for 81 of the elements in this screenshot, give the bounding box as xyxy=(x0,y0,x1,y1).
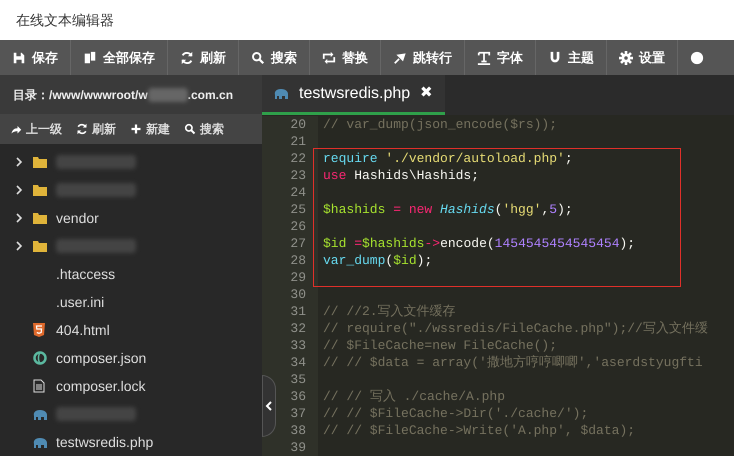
line-number: 27 xyxy=(289,234,306,253)
file-tree-item[interactable]: vendor xyxy=(0,204,262,232)
collapse-handle[interactable] xyxy=(262,375,276,437)
line-number: 20 xyxy=(289,116,306,134)
blurred-text xyxy=(148,88,188,102)
line-number: 36 xyxy=(289,388,306,406)
folder-icon xyxy=(33,212,47,224)
code-line: $id =$hashids->encode(1454545454545454); xyxy=(322,234,636,253)
line-number: 35 xyxy=(289,370,306,389)
code-line: // require("./wssredis/FileCache.php");//写入文件缓 xyxy=(322,320,708,338)
elephant-icon xyxy=(33,436,48,448)
file-tree-item[interactable]: testwsredis.php xyxy=(0,428,262,456)
file-tree-item[interactable]: 404.html xyxy=(0,316,262,344)
code-line: // $FileCache=new FileCache(); xyxy=(322,336,558,355)
circle-icon xyxy=(690,50,704,64)
chevron-right-icon xyxy=(16,213,23,223)
sidebar-action[interactable]: 新建 xyxy=(130,120,170,138)
copy-icon xyxy=(83,50,97,64)
document-icon xyxy=(33,379,45,393)
refresh-icon xyxy=(180,50,194,64)
chevron-right-icon xyxy=(16,157,23,167)
line-number: 39 xyxy=(289,438,306,456)
code-line: $hashids = new Hashids('hgg',5); xyxy=(322,200,573,219)
html5-icon xyxy=(33,323,45,337)
save-icon xyxy=(12,50,26,64)
file-tree-item[interactable]: composer.lock xyxy=(0,372,262,400)
tab-label: testwsredis.php xyxy=(299,84,410,104)
line-number: 31 xyxy=(289,302,306,321)
code-line: // // $data = array('撒地方哼哼唧唧','aserdstyugfti xyxy=(322,354,703,372)
code-line: // // $FileCache->Write('A.php', $data); xyxy=(322,422,636,440)
elephant-icon xyxy=(33,408,48,420)
search-icon xyxy=(251,50,265,64)
file-tree-item[interactable]: composer.json xyxy=(0,344,262,372)
line-number: 32 xyxy=(289,320,306,338)
line-number: 34 xyxy=(289,354,306,372)
code-line: // // 写入 ./cache/A.php xyxy=(322,388,506,406)
line-number: 24 xyxy=(289,184,306,202)
line-number: 30 xyxy=(289,286,306,304)
line-number: 33 xyxy=(289,336,306,355)
folder-icon xyxy=(33,156,47,168)
swap-icon xyxy=(322,50,336,64)
code-line: var_dump($id); xyxy=(322,252,432,270)
search-icon xyxy=(184,123,196,136)
line-number: 37 xyxy=(289,404,306,423)
sidebar-action[interactable]: 上一级 xyxy=(10,120,62,138)
file-tree-item[interactable]: .user.ini xyxy=(0,288,262,316)
settings-icon xyxy=(619,50,633,64)
text-icon xyxy=(477,50,491,64)
code-line: use Hashids\Hashids; xyxy=(322,166,480,185)
line-number: 23 xyxy=(289,166,306,185)
directory-path: .com.cn xyxy=(188,86,234,104)
window-title: 在线文本编辑器 xyxy=(16,10,114,30)
sidebar-action[interactable]: 搜索 xyxy=(184,120,224,138)
directory-path: /www/wwwroot/w xyxy=(49,86,148,104)
ring-icon xyxy=(33,351,47,365)
close-button[interactable]: ✖ xyxy=(420,82,434,105)
sidebar-action[interactable]: 刷新 xyxy=(76,120,116,138)
code-line: // // $FileCache->Dir('./cache/'); xyxy=(322,404,588,423)
line-number: 22 xyxy=(289,150,306,168)
code-line: // var_dump(json_encode($rs)); xyxy=(322,116,558,134)
folder-icon xyxy=(33,184,47,196)
line-number: 38 xyxy=(289,422,306,440)
directory-label: 目录： xyxy=(13,86,49,104)
line-number: 21 xyxy=(289,132,306,151)
refresh-icon xyxy=(76,123,88,136)
line-number: 26 xyxy=(289,218,306,236)
chevron-right-icon xyxy=(16,185,23,195)
plus-icon xyxy=(130,123,142,136)
line-number: 29 xyxy=(289,268,306,287)
chevron-right-icon xyxy=(16,241,23,251)
share-icon xyxy=(10,123,22,136)
editor-tab[interactable]: testwsredis.php ✖ xyxy=(262,75,446,115)
elephant-icon xyxy=(274,88,289,99)
magnet-icon xyxy=(548,50,562,64)
code-line: // //2.写入文件缓存 xyxy=(322,302,456,321)
folder-icon xyxy=(33,240,47,252)
file-tree-item[interactable]: .htaccess xyxy=(0,260,262,288)
chevron-left-icon xyxy=(265,401,273,411)
code-line: require './vendor/autoload.php'; xyxy=(322,150,573,168)
line-number: 25 xyxy=(289,200,306,219)
line-number: 28 xyxy=(289,252,306,270)
